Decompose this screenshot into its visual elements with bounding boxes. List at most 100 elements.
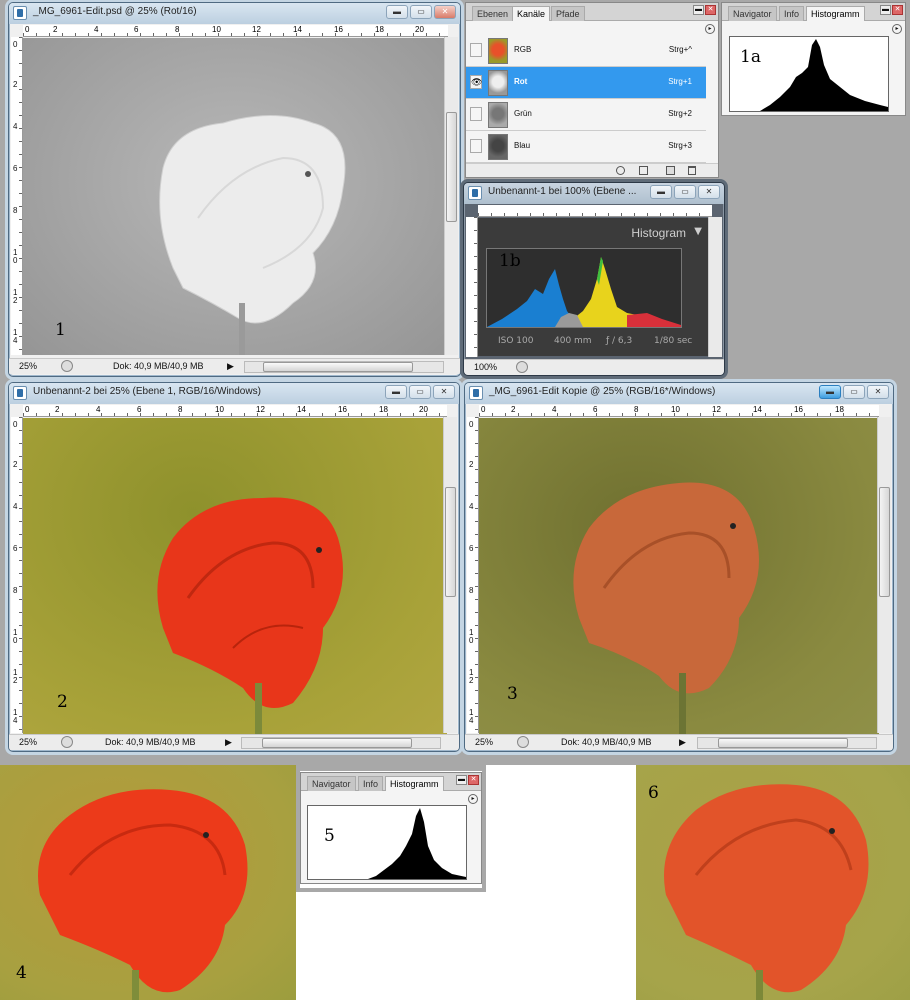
minimize-icon[interactable]: ▬ — [819, 385, 841, 399]
document-window-1b[interactable]: Unbenannt-1 bei 100% (Ebene ... ▬ ▭ ✕ Hi… — [463, 182, 725, 376]
tab-kanaele[interactable]: Kanäle — [512, 6, 551, 21]
focal-length: 400 mm — [554, 336, 592, 346]
visibility-toggle[interactable] — [470, 107, 482, 121]
histogram-panel-1a[interactable]: Navigator Info Histogramm ▬ ✕ ▸ 1a — [721, 2, 906, 116]
eye-icon[interactable]: 👁 — [470, 75, 482, 89]
maximize-icon[interactable]: ▭ — [843, 385, 865, 399]
tab-histogramm[interactable]: Histogramm — [385, 776, 444, 791]
status-arrow-icon[interactable] — [516, 361, 528, 373]
trash-icon[interactable] — [688, 166, 696, 175]
photoshop-doc-icon — [469, 386, 483, 400]
minimize-icon[interactable]: ▬ — [880, 5, 891, 15]
maximize-icon[interactable]: ▭ — [410, 5, 432, 19]
scroll-thumb[interactable] — [262, 738, 412, 748]
visibility-toggle[interactable] — [470, 43, 482, 57]
photoshop-doc-icon — [468, 186, 482, 200]
channel-row-rot[interactable]: 👁 Rot Strg+1 — [466, 67, 706, 99]
tab-info[interactable]: Info — [358, 776, 384, 791]
step-label-1: 1 — [55, 320, 66, 340]
status-bar: 100% — [464, 359, 724, 375]
status-arrow-icon[interactable]: ▶ — [227, 359, 234, 374]
minimize-icon[interactable]: ▬ — [385, 385, 407, 399]
channel-thumbnail — [488, 70, 508, 96]
scroll-thumb[interactable] — [446, 112, 457, 222]
scroll-thumb[interactable] — [263, 362, 413, 372]
histogram-graph: 1a — [729, 36, 889, 112]
histogram-graph: 5 — [307, 805, 467, 880]
zoom-level[interactable]: 25% — [19, 735, 37, 750]
panel-menu-icon[interactable]: ▸ — [705, 24, 715, 34]
close-icon[interactable]: ✕ — [433, 385, 455, 399]
document-window-3[interactable]: _MG_6961-Edit Kopie @ 25% (RGB/16*/Windo… — [464, 382, 894, 752]
window-title-bar[interactable]: Unbenannt-1 bei 100% (Ebene ... ▬ ▭ ✕ — [464, 183, 724, 204]
tab-ebenen[interactable]: Ebenen — [472, 6, 514, 21]
vertical-scrollbar[interactable] — [877, 417, 891, 733]
doc-size: Dok: 40,9 MB/40,9 MB — [113, 361, 204, 371]
tab-histogramm[interactable]: Histogramm — [806, 6, 865, 21]
status-arrow-icon[interactable]: ▶ — [679, 735, 686, 750]
close-icon[interactable]: ✕ — [705, 5, 716, 15]
histogram-chart: 1b — [486, 248, 682, 328]
channel-row-blau[interactable]: Blau Strg+3 — [466, 131, 706, 163]
vertical-scrollbar[interactable] — [443, 417, 457, 733]
vertical-ruler: 0 2 4 6 8 1 0 1 2 1 4 — [11, 417, 23, 733]
close-icon[interactable]: ✕ — [468, 775, 479, 785]
document-window-1[interactable]: _MG_6961-Edit.psd @ 25% (Rot/16) ▬ ▭ ✕ 0… — [8, 2, 461, 377]
minimize-icon[interactable]: ▬ — [456, 775, 467, 785]
scroll-thumb[interactable] — [718, 738, 848, 748]
maximize-icon[interactable]: ▭ — [674, 185, 696, 199]
zoom-level[interactable]: 100% — [474, 360, 497, 375]
grayscale-canvas[interactable]: 1 — [23, 38, 447, 355]
visibility-toggle[interactable] — [470, 139, 482, 153]
photoshop-doc-icon — [13, 386, 27, 400]
window-title: Unbenannt-1 bei 100% (Ebene ... — [488, 186, 637, 197]
new-channel-icon[interactable] — [666, 166, 675, 175]
tab-pfade[interactable]: Pfade — [551, 6, 585, 21]
doc-size: Dok: 40,9 MB/40,9 MB — [105, 737, 196, 747]
zoom-level[interactable]: 25% — [19, 359, 37, 374]
result-image-6: 6 — [636, 765, 910, 1000]
save-selection-icon[interactable] — [639, 166, 648, 175]
horizontal-scrollbar[interactable] — [697, 737, 877, 749]
close-icon[interactable]: ✕ — [434, 5, 456, 19]
window-title-bar[interactable]: _MG_6961-Edit Kopie @ 25% (RGB/16*/Windo… — [465, 383, 893, 404]
panel-menu-icon[interactable]: ▸ — [892, 24, 902, 34]
close-icon[interactable]: ✕ — [892, 5, 903, 15]
status-icon[interactable] — [517, 736, 529, 748]
histogram-title: Histogram — [631, 226, 686, 240]
step-label-5: 5 — [324, 826, 335, 846]
vertical-scrollbar[interactable] — [708, 217, 722, 357]
tab-navigator[interactable]: Navigator — [728, 6, 777, 21]
vertical-scrollbar[interactable] — [444, 37, 458, 355]
minimize-icon[interactable]: ▬ — [650, 185, 672, 199]
close-icon[interactable]: ✕ — [867, 385, 889, 399]
close-icon[interactable]: ✕ — [698, 185, 720, 199]
status-arrow-icon[interactable]: ▶ — [225, 735, 232, 750]
channels-panel[interactable]: Ebenen Kanäle Pfade ▬ ✕ ▸ RGB Strg+^ 👁 R… — [465, 2, 719, 178]
dropdown-arrow-icon: ▼ — [694, 226, 702, 237]
horizontal-scrollbar[interactable] — [241, 737, 441, 749]
load-selection-icon[interactable] — [616, 166, 625, 175]
window-title-bar[interactable]: _MG_6961-Edit.psd @ 25% (Rot/16) ▬ ▭ ✕ — [9, 3, 460, 24]
tab-navigator[interactable]: Navigator — [307, 776, 356, 791]
document-window-2[interactable]: Unbenannt-2 bei 25% (Ebene 1, RGB/16/Win… — [8, 382, 460, 752]
minimize-icon[interactable]: ▬ — [693, 5, 704, 15]
horizontal-scrollbar[interactable] — [244, 361, 444, 373]
status-icon[interactable] — [61, 736, 73, 748]
window-title-bar[interactable]: Unbenannt-2 bei 25% (Ebene 1, RGB/16/Win… — [9, 383, 459, 404]
channel-row-gruen[interactable]: Grün Strg+2 — [466, 99, 706, 131]
scroll-thumb[interactable] — [445, 487, 456, 597]
channel-row-rgb[interactable]: RGB Strg+^ — [466, 35, 706, 67]
color-canvas-3[interactable]: 3 — [479, 418, 879, 734]
status-icon[interactable] — [61, 360, 73, 372]
color-canvas-2[interactable]: 2 — [23, 418, 447, 734]
panel-menu-icon[interactable]: ▸ — [468, 794, 478, 804]
zoom-level[interactable]: 25% — [475, 735, 493, 750]
doc-size: Dok: 40,9 MB/40,9 MB — [561, 737, 652, 747]
histogram-panel-5[interactable]: Navigator Info Histogramm ▬ ✕ ▸ 5 — [300, 772, 482, 884]
scroll-thumb[interactable] — [879, 487, 890, 597]
channel-thumbnail — [488, 38, 508, 64]
minimize-icon[interactable]: ▬ — [386, 5, 408, 19]
maximize-icon[interactable]: ▭ — [409, 385, 431, 399]
tab-info[interactable]: Info — [779, 6, 805, 21]
